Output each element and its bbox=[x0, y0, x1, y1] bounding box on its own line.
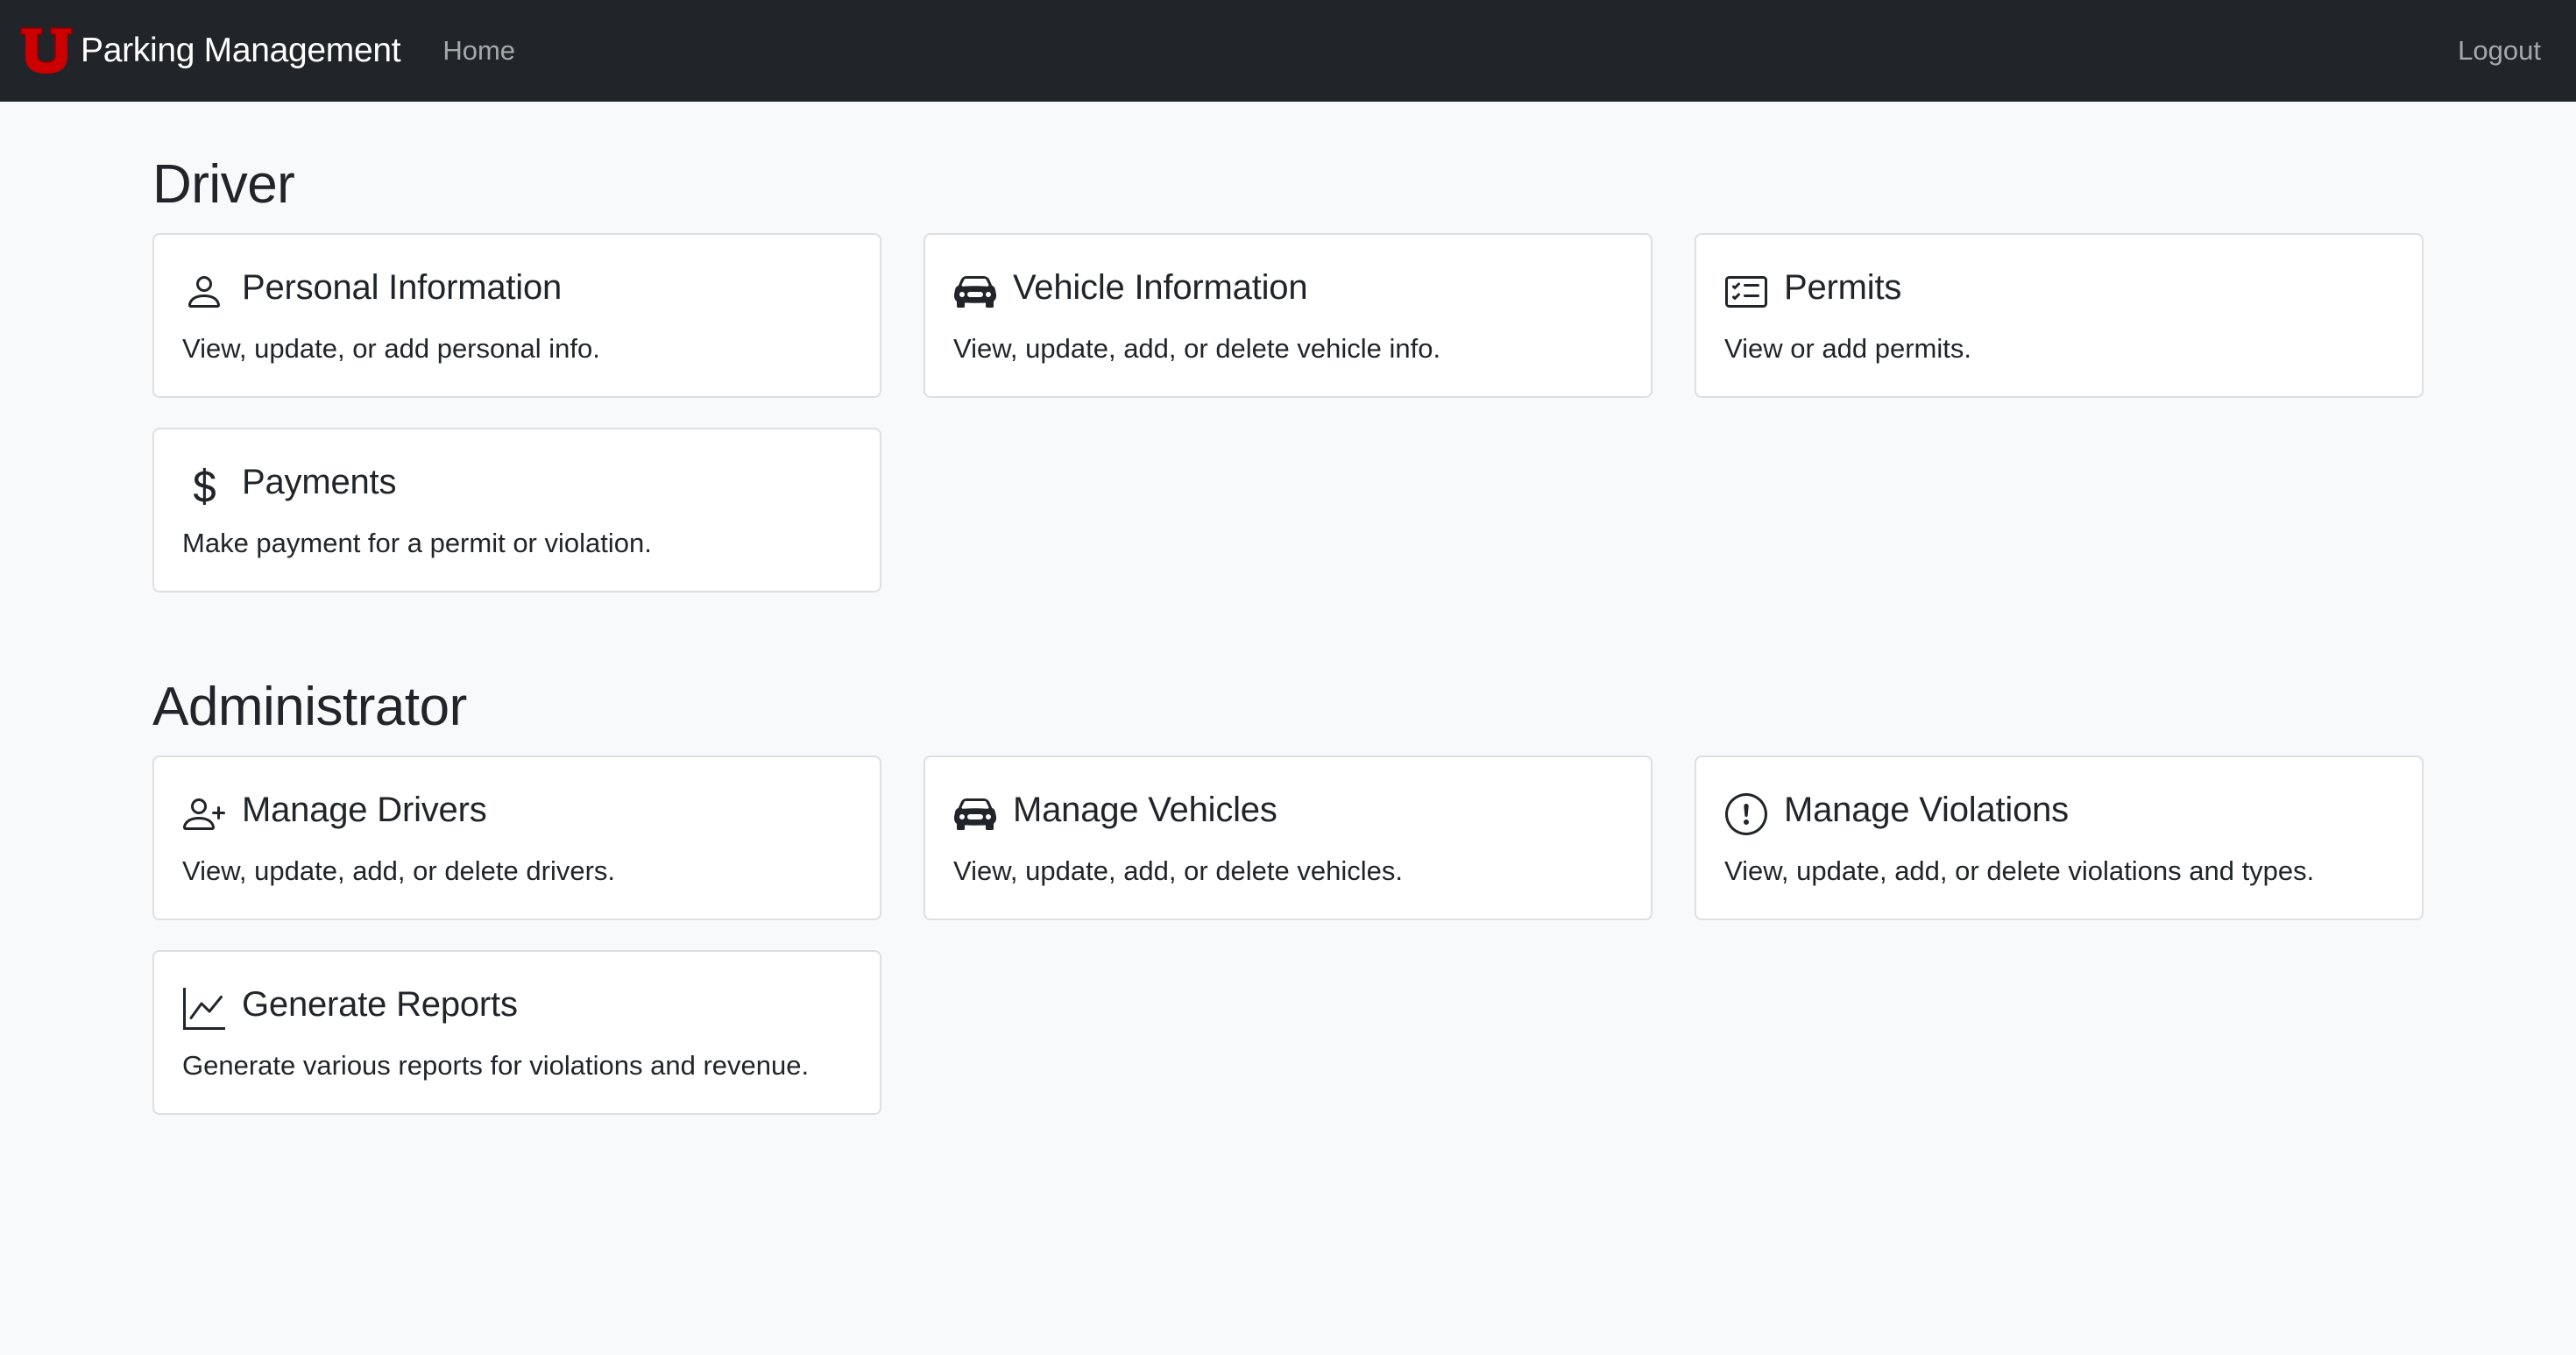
navbar: Parking Management Home Logout bbox=[0, 0, 2576, 102]
card-title: Manage Violations bbox=[1784, 791, 2069, 829]
dollar-icon bbox=[182, 465, 226, 508]
card-manage-vehicles[interactable]: Manage Vehicles View, update, add, or de… bbox=[924, 756, 1652, 920]
card-vehicle-information[interactable]: Vehicle Information View, update, add, o… bbox=[924, 233, 1652, 398]
card-title: Personal Information bbox=[242, 268, 563, 307]
nav-home-link[interactable]: Home bbox=[442, 35, 515, 67]
card-description: Make payment for a permit or violation. bbox=[182, 528, 652, 558]
card-description: View, update, add, or delete violations … bbox=[1724, 855, 2315, 886]
card-manage-violations[interactable]: Manage Violations View, update, add, or … bbox=[1695, 756, 2424, 920]
card-description: View, update, add, or delete vehicles. bbox=[953, 855, 1403, 886]
car-icon bbox=[953, 792, 997, 836]
card-generate-reports[interactable]: Generate Reports Generate various report… bbox=[152, 950, 881, 1115]
card-description: View, update, add, or delete vehicle inf… bbox=[953, 333, 1441, 364]
person-icon bbox=[182, 270, 226, 314]
card-title: Vehicle Information bbox=[1013, 268, 1308, 307]
card-title: Permits bbox=[1784, 268, 1902, 307]
exclamation-circle-icon bbox=[1724, 792, 1768, 836]
person-plus-icon bbox=[182, 792, 226, 836]
brand-title: Parking Management bbox=[81, 32, 401, 69]
graph-up-icon bbox=[182, 987, 226, 1031]
card-manage-drivers[interactable]: Manage Drivers View, update, add, or del… bbox=[152, 756, 881, 920]
card-description: View, update, or add personal info. bbox=[182, 333, 600, 364]
card-personal-information[interactable]: Personal Information View, update, or ad… bbox=[152, 233, 881, 398]
card-description: View or add permits. bbox=[1724, 333, 1971, 364]
card-description: Generate various reports for violations … bbox=[182, 1050, 810, 1081]
card-payments[interactable]: Payments Make payment for a permit or vi… bbox=[152, 428, 881, 592]
brand-link[interactable]: Parking Management bbox=[19, 26, 401, 75]
car-icon bbox=[953, 270, 997, 314]
card-title: Generate Reports bbox=[242, 985, 518, 1024]
card-checklist-icon bbox=[1724, 270, 1768, 314]
nav-logout-link[interactable]: Logout bbox=[2458, 35, 2541, 67]
card-title: Manage Vehicles bbox=[1013, 791, 1277, 829]
card-description: View, update, add, or delete drivers. bbox=[182, 855, 616, 886]
card-title: Payments bbox=[242, 463, 397, 501]
administrator-section-title: Administrator bbox=[152, 677, 467, 737]
card-title: Manage Drivers bbox=[242, 791, 487, 829]
card-permits[interactable]: Permits View or add permits. bbox=[1695, 233, 2424, 398]
driver-section-title: Driver bbox=[152, 154, 295, 215]
university-logo-icon bbox=[20, 27, 73, 74]
